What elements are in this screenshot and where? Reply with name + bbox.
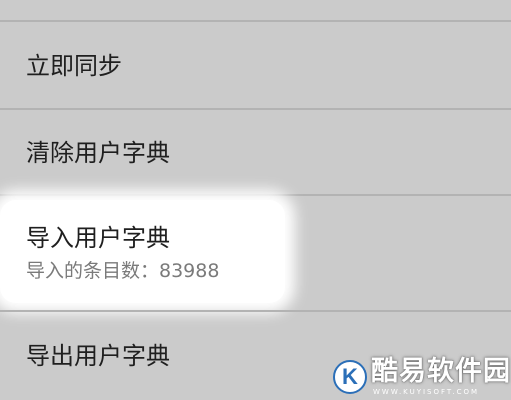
- sync-now-title: 立即同步: [26, 52, 122, 80]
- watermark-url: WWW.KUYISOFT.COM: [373, 388, 480, 396]
- sync-now-item[interactable]: 立即同步: [0, 22, 511, 108]
- settings-list: 立即同步 清除用户字典 导入用户字典 导入的条目数：83988 导出用户字典: [0, 0, 511, 400]
- watermark-text: 酷易软件园: [371, 356, 511, 387]
- clear-user-dictionary-item[interactable]: 清除用户字典: [0, 110, 511, 194]
- clear-user-dictionary-title: 清除用户字典: [26, 139, 170, 167]
- watermark: K 酷易软件园 WWW.KUYISOFT.COM: [331, 352, 511, 400]
- import-entry-count: 导入的条目数：83988: [26, 260, 220, 282]
- import-user-dictionary-title: 导入用户字典: [26, 224, 170, 252]
- watermark-logo-icon: K: [333, 360, 367, 394]
- export-user-dictionary-title: 导出用户字典: [26, 342, 170, 370]
- import-user-dictionary-item[interactable]: 导入用户字典 导入的条目数：83988: [0, 196, 511, 310]
